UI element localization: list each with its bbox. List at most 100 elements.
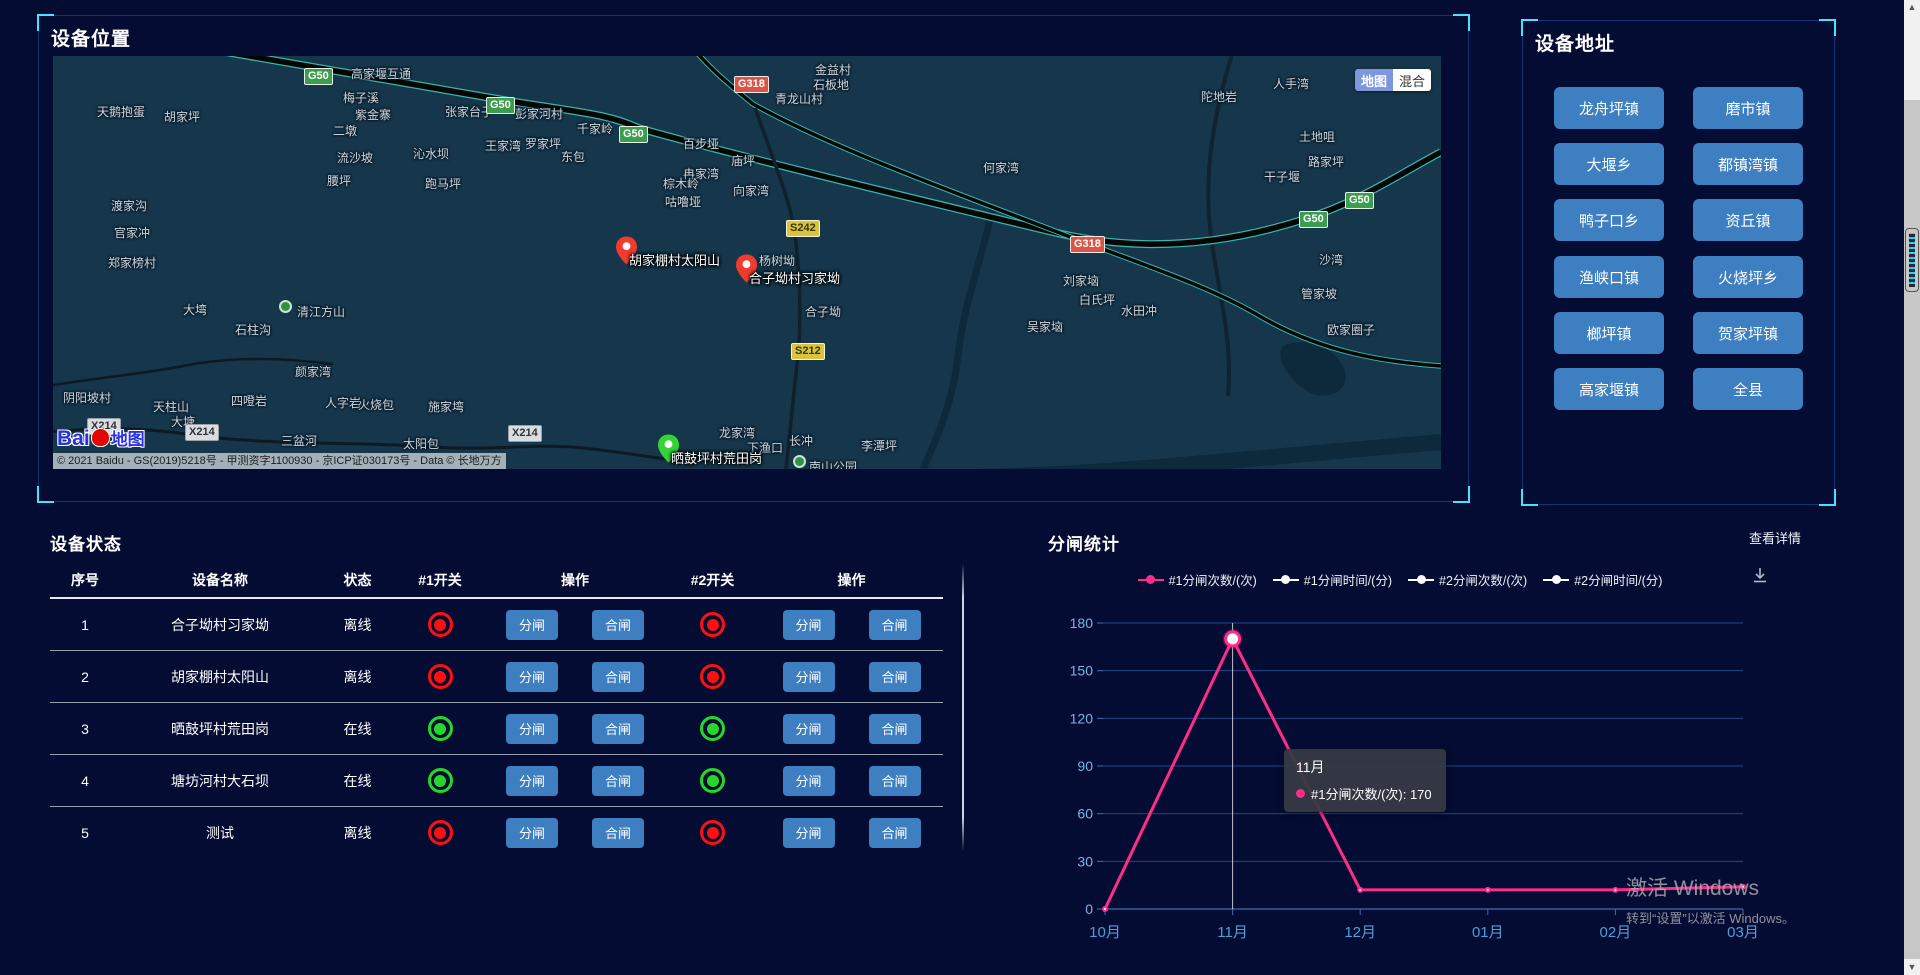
map-place-label: 路家坪 xyxy=(1308,153,1344,170)
row-index: 2 xyxy=(50,669,120,685)
view-details-link[interactable]: 查看详情 xyxy=(1749,528,1801,547)
map-place-label: 王家湾 xyxy=(485,137,521,154)
map-place-label: 太阳包 xyxy=(403,435,439,452)
open-switch-button[interactable]: 分闸 xyxy=(783,662,835,692)
switch-indicator-offline xyxy=(428,612,453,637)
legend-item[interactable]: #1分闸时间/(分) xyxy=(1273,570,1392,589)
address-button[interactable]: 渔峡口镇 xyxy=(1554,256,1664,298)
address-button[interactable]: 大堰乡 xyxy=(1554,143,1664,185)
map-place-label: 千家岭 xyxy=(577,120,613,137)
map-place-label: 天鹅抱蛋 xyxy=(97,103,145,120)
close-switch-button[interactable]: 合闸 xyxy=(592,610,644,640)
baidu-logo[interactable]: Bai地图 xyxy=(57,425,145,451)
map-place-label: 阴阳坡村 xyxy=(63,389,111,406)
map-type-option[interactable]: 混合 xyxy=(1393,69,1431,91)
column-header: #1开关 xyxy=(395,570,485,590)
switch-indicator-offline xyxy=(428,664,453,689)
switch-indicator-offline xyxy=(700,664,725,689)
open-switch-button[interactable]: 分闸 xyxy=(783,714,835,744)
open-switch-button[interactable]: 分闸 xyxy=(506,662,558,692)
corner-decoration xyxy=(1521,489,1538,506)
corner-decoration xyxy=(37,486,54,503)
map-place-label: 陀地岩 xyxy=(1201,88,1237,105)
close-switch-button[interactable]: 合闸 xyxy=(592,662,644,692)
legend-label: #2分闸时间/(分) xyxy=(1574,570,1662,589)
corner-decoration xyxy=(1521,19,1538,36)
corner-decoration xyxy=(1453,14,1470,31)
scrollbar-track[interactable] xyxy=(1904,0,1920,975)
close-switch-button[interactable]: 合闸 xyxy=(869,818,921,848)
open-switch-button[interactable]: 分闸 xyxy=(506,714,558,744)
address-button[interactable]: 高家堰镇 xyxy=(1554,368,1664,410)
tooltip-series-text: #1分闸次数/(次): 170 xyxy=(1311,784,1432,803)
map-place-label: 青龙山村 xyxy=(775,90,823,107)
device-status: 在线 xyxy=(320,771,395,791)
address-button[interactable]: 资丘镇 xyxy=(1693,199,1803,241)
map-type-selected[interactable]: 地图 xyxy=(1355,69,1393,91)
address-button[interactable]: 鸭子口乡 xyxy=(1554,199,1664,241)
map-place-label: 向家湾 xyxy=(733,182,769,199)
chart-legend: #1分闸次数/(次) #1分闸时间/(分) #2分闸次数/(次) #2分闸时间/(分) xyxy=(1040,570,1760,589)
open-switch-button[interactable]: 分闸 xyxy=(783,610,835,640)
address-button[interactable]: 火烧坪乡 xyxy=(1693,256,1803,298)
device-status: 离线 xyxy=(320,615,395,635)
close-switch-button[interactable]: 合闸 xyxy=(869,610,921,640)
map-place-label: 二墩 xyxy=(333,122,357,139)
column-header: 状态 xyxy=(320,570,395,590)
row-index: 3 xyxy=(50,721,120,737)
corner-decoration xyxy=(1819,19,1836,36)
map-place-label: 李潭坪 xyxy=(861,437,897,454)
close-switch-button[interactable]: 合闸 xyxy=(592,714,644,744)
map-place-label: 棕木岭 xyxy=(663,175,699,192)
address-button[interactable]: 贺家坪镇 xyxy=(1693,312,1803,354)
scrollbar-down-arrow[interactable]: ▼ xyxy=(1904,959,1920,975)
open-switch-button[interactable]: 分闸 xyxy=(506,818,558,848)
svg-text:90: 90 xyxy=(1077,758,1093,774)
open-switch-button[interactable]: 分闸 xyxy=(506,610,558,640)
scrollbar-up-arrow[interactable]: ▲ xyxy=(1904,2,1920,16)
section-divider xyxy=(962,563,964,851)
address-button[interactable]: 榔坪镇 xyxy=(1554,312,1664,354)
map-place-label: 杨树坳 xyxy=(759,252,795,269)
open-switch-button[interactable]: 分闸 xyxy=(506,766,558,796)
close-switch-button[interactable]: 合闸 xyxy=(869,766,921,796)
road-badge: S242 xyxy=(786,220,820,237)
map-marker[interactable]: 合子坳村习家坳 xyxy=(736,254,757,288)
close-switch-button[interactable]: 合闸 xyxy=(592,766,644,796)
legend-marker-icon xyxy=(1543,575,1569,584)
chart-tooltip: 11月 #1分闸次数/(次): 170 xyxy=(1284,749,1446,812)
svg-text:180: 180 xyxy=(1070,615,1094,631)
road-badge: G318 xyxy=(1070,236,1105,253)
switch-indicator-offline xyxy=(700,612,725,637)
scrollbar-thumb[interactable] xyxy=(1905,228,1919,292)
svg-text:10月: 10月 xyxy=(1089,924,1121,941)
legend-marker-icon xyxy=(1408,575,1434,584)
device-name: 测试 xyxy=(120,823,320,843)
legend-item[interactable]: #1分闸次数/(次) xyxy=(1138,570,1257,589)
map-place-label: 流沙坡 xyxy=(337,149,373,166)
map-marker[interactable]: 胡家棚村太阳山 xyxy=(616,236,637,270)
address-button[interactable]: 全县 xyxy=(1693,368,1803,410)
map-place-label: 四噔岩 xyxy=(231,392,267,409)
map-marker[interactable]: 晒鼓坪村荒田岗 xyxy=(658,434,679,468)
legend-item[interactable]: #2分闸时间/(分) xyxy=(1543,570,1662,589)
switch-indicator-online xyxy=(700,716,725,741)
svg-text:01月: 01月 xyxy=(1472,924,1504,941)
address-button[interactable]: 磨市镇 xyxy=(1693,87,1803,129)
device-name: 晒鼓坪村荒田岗 xyxy=(120,719,320,739)
map-place-label: 高家堰互通 xyxy=(351,65,411,82)
close-switch-button[interactable]: 合闸 xyxy=(869,714,921,744)
close-switch-button[interactable]: 合闸 xyxy=(592,818,644,848)
address-button[interactable]: 龙舟坪镇 xyxy=(1554,87,1664,129)
table-row: 2胡家棚村太阳山离线分闸合闸分闸合闸 xyxy=(50,651,943,703)
open-switch-button[interactable]: 分闸 xyxy=(783,818,835,848)
close-switch-button[interactable]: 合闸 xyxy=(869,662,921,692)
legend-item[interactable]: #2分闸次数/(次) xyxy=(1408,570,1527,589)
device-location-panel: 设备位置 天鹅抱蛋胡家坪渡家沟官家冲郑家榜村高家堰互通梅子溪紫金寨二墩流沙坡沁水… xyxy=(38,15,1469,502)
baidu-map[interactable]: 天鹅抱蛋胡家坪渡家沟官家冲郑家榜村高家堰互通梅子溪紫金寨二墩流沙坡沁水坝腰坪跑马… xyxy=(53,56,1441,469)
open-switch-button[interactable]: 分闸 xyxy=(783,766,835,796)
address-button[interactable]: 都镇湾镇 xyxy=(1693,143,1803,185)
map-place-label: 东包 xyxy=(561,148,585,165)
row-index: 4 xyxy=(50,773,120,789)
map-place-label: 人字岩 xyxy=(325,394,361,411)
